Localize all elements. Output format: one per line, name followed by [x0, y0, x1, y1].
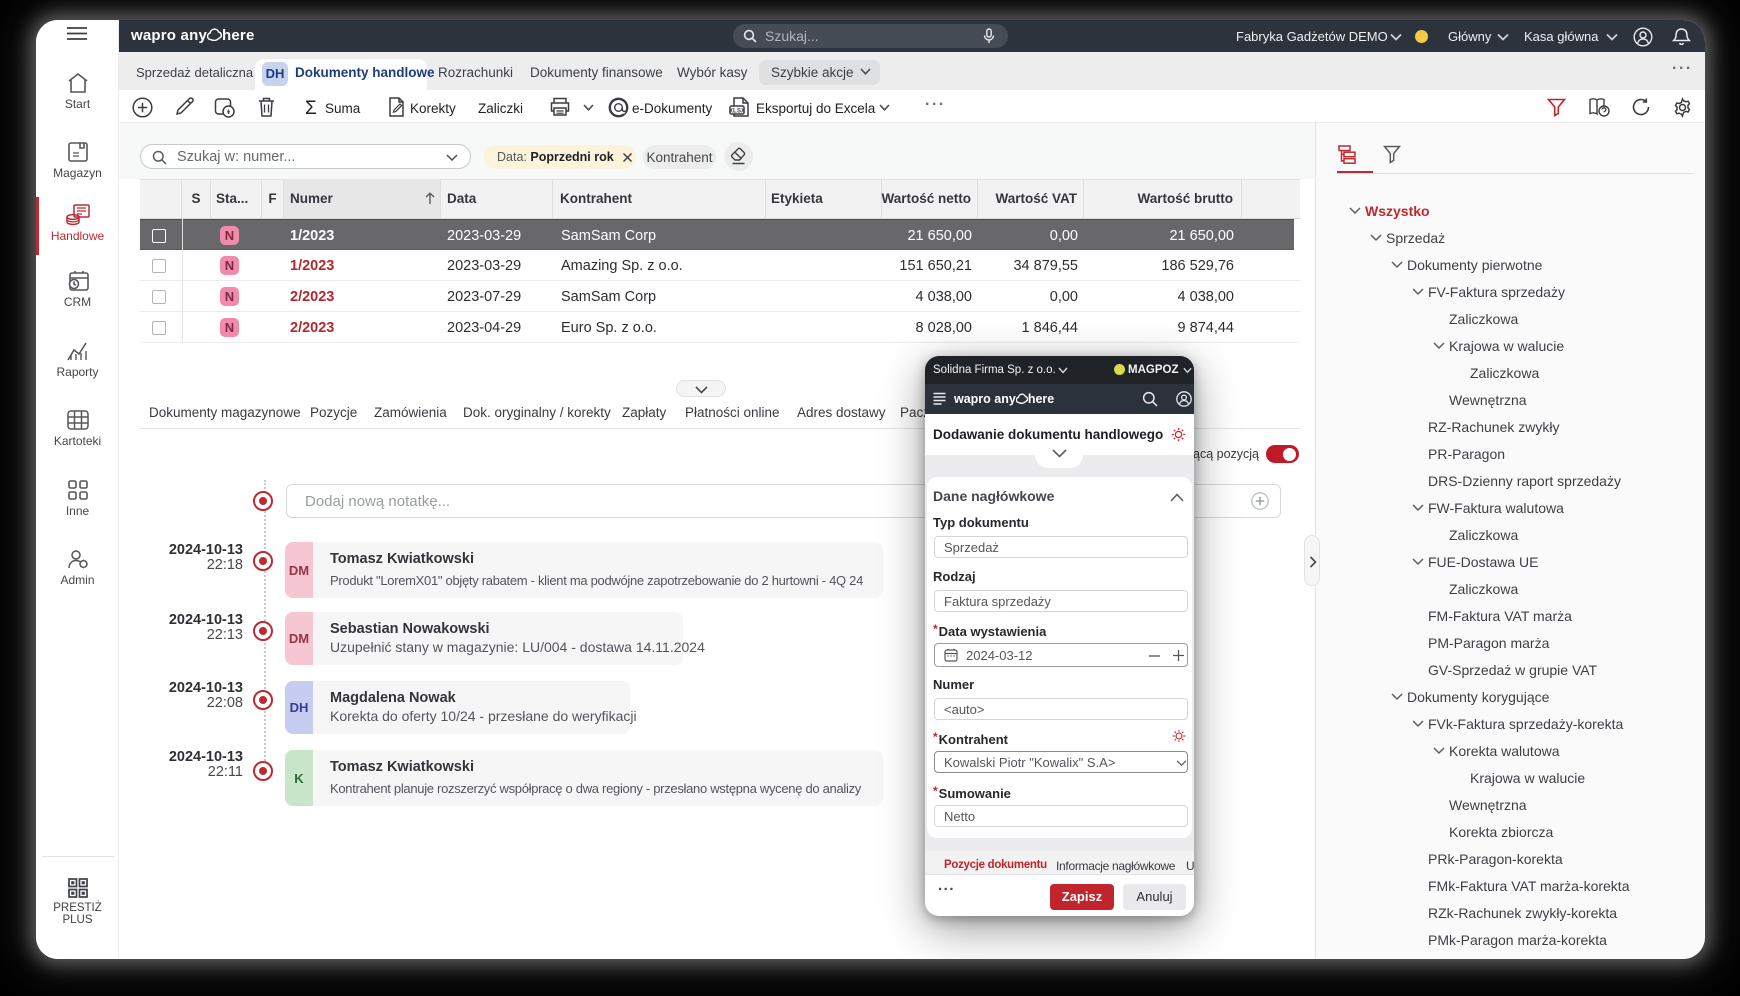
- svg-text:XLSX: XLSX: [729, 107, 746, 114]
